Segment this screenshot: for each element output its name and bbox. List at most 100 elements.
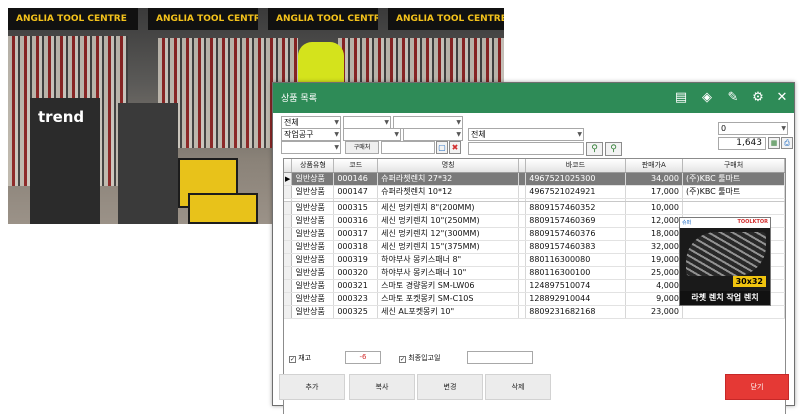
row-indicator [284,214,293,228]
cell-price: 10,000 [625,201,683,215]
toolbox [188,193,258,224]
gear-icon[interactable]: ⚙ [748,88,768,108]
sub-category-select[interactable]: ▼ [403,128,463,141]
close-icon[interactable]: ✕ [772,88,792,108]
category3-value: 전체 [471,130,486,139]
stock-checkbox[interactable]: ✓ 재고 [289,353,311,363]
column-splitter[interactable] [518,159,527,173]
cell-barcode: 4967521024921 [525,185,626,199]
delete-button[interactable]: 삭제 [485,374,551,400]
row-indicator [284,227,293,241]
cell-price: 25,000 [625,266,683,280]
clear-icon[interactable]: ✖ [449,141,461,154]
cell-type: 일반상품 [291,214,335,228]
cell-barcode: 8809157460352 [525,201,626,215]
cell-type: 일반상품 [291,292,335,306]
cell-price: 18,000 [625,227,683,241]
close-button[interactable]: 닫기 [725,374,789,400]
count-select[interactable]: 0 ▼ [718,122,788,135]
cell-code: 000316 [333,214,379,228]
cell-name: 세신 AL포켓몽키 10" [377,305,520,319]
table-row[interactable]: 일반상품 000147 슈퍼라쳇렌치 10*12 4967521024921 17,00… [284,185,785,199]
advanced-search-icon[interactable]: ⚲ [605,142,622,156]
change-button[interactable]: 변경 [417,374,483,400]
cell-type: 일반상품 [291,279,335,293]
table-row[interactable]: 일반상품 000315 세신 멍키렌치 8"(200MM) 8809157460352… [284,201,785,215]
cell-code: 000325 [333,305,379,319]
chevron-down-icon: ▼ [334,131,339,138]
excel-icon[interactable]: ▦ [768,137,780,149]
cell-barcode: 128892910044 [525,292,626,306]
column-header[interactable]: 바코드 [525,159,626,173]
cell-barcode: 880116300080 [525,253,626,267]
category2-value: 작업공구 [284,130,314,139]
stock-value-field[interactable]: -6 [345,351,381,364]
cell-buyer: (주)KBC 툴마트 [682,172,785,186]
copy-button[interactable]: 복사 [349,374,415,400]
edit-icon[interactable]: ✎ [723,88,743,108]
cell-type: 일반상품 [291,305,335,319]
store-banner: ANGLIA TOOL CENTRE [388,8,504,30]
filter-select[interactable]: ▼ [281,141,341,154]
preview-logo: 슈퍼 [682,220,692,226]
column-header[interactable]: 상품유형 [291,159,335,173]
store-banner: ANGLIA TOOL CENTRE [148,8,258,30]
search-icon[interactable]: ⚲ [586,142,603,156]
last-in-label: 최종입고일 [408,354,441,362]
cell-splitter [518,279,527,293]
cell-name: 슈퍼라쳇렌치 10*12 [377,185,520,199]
cell-type: 일반상품 [291,172,335,186]
cell-buyer [682,305,785,319]
cell-barcode: 8809231682168 [525,305,626,319]
cell-splitter [518,172,527,186]
table-row[interactable]: ▶ 일반상품 000146 슈퍼라쳇렌치 27*32 4967521025300 34,0… [284,172,785,186]
cell-price: 4,000 [625,279,683,293]
cell-barcode: 8809157460369 [525,214,626,228]
book-icon[interactable]: ▤ [671,88,691,108]
last-in-date-field[interactable] [467,351,533,364]
title-bar: 상품 목록 ▤ ◈ ✎ ⚙ ✕ [273,83,794,113]
cell-barcode: 8809157460376 [525,227,626,241]
sub-category-select[interactable]: ▼ [343,128,401,141]
table-row[interactable]: 일반상품 000325 세신 AL포켓몽키 10" 8809231682168 23,0… [284,305,785,319]
cell-code: 000320 [333,266,379,280]
buyer-button[interactable]: 구매처 [345,141,379,154]
column-header[interactable]: 코드 [333,159,379,173]
add-button[interactable]: 추가 [279,374,345,400]
column-header[interactable]: 명칭 [377,159,520,173]
chevron-down-icon: ▼ [456,119,461,126]
cell-splitter [518,214,527,228]
preview-caption: 라쳇 렌치 작업 렌치 [680,291,770,305]
column-header[interactable]: 구매처 [682,159,785,173]
cell-name: 스마토 경량몽키 SM-LW06 [377,279,520,293]
print-icon[interactable]: ⎙ [781,137,793,149]
preview-size-label: 30x32 [732,276,766,287]
preview-brand: TOOLKTOR [737,219,768,225]
category2-select[interactable]: 작업공구 ▼ [281,128,341,141]
cell-type: 일반상품 [291,266,335,280]
chevron-down-icon: ▼ [334,119,339,126]
category3-select[interactable]: 전체 ▼ [468,128,584,141]
cell-price: 34,000 [625,172,683,186]
cell-code: 000315 [333,201,379,215]
buyer-input[interactable] [381,141,435,154]
checkbox-check-icon: ✓ [289,356,296,363]
cell-price: 32,000 [625,240,683,254]
last-in-checkbox[interactable]: ✓ 최종입고일 [399,353,440,363]
table-header: 상품유형 코드 명칭 바코드 판매가A 구매처 [284,159,785,173]
chevron-down-icon: ▼ [577,131,582,138]
stock-label: 재고 [298,354,312,362]
cell-splitter [518,305,527,319]
document-icon[interactable]: ▢ [436,141,448,154]
tag-icon[interactable]: ◈ [697,88,717,108]
cell-code: 000146 [333,172,379,186]
chevron-down-icon: ▼ [384,119,389,126]
cell-type: 일반상품 [291,227,335,241]
row-indicator [284,305,293,319]
row-indicator [284,292,293,306]
column-header[interactable]: 판매가A [625,159,683,173]
chevron-down-icon: ▼ [394,131,399,138]
cell-splitter [518,253,527,267]
search-input[interactable] [468,142,584,155]
cell-name: 세신 멍키렌치 15"(375MM) [377,240,520,254]
